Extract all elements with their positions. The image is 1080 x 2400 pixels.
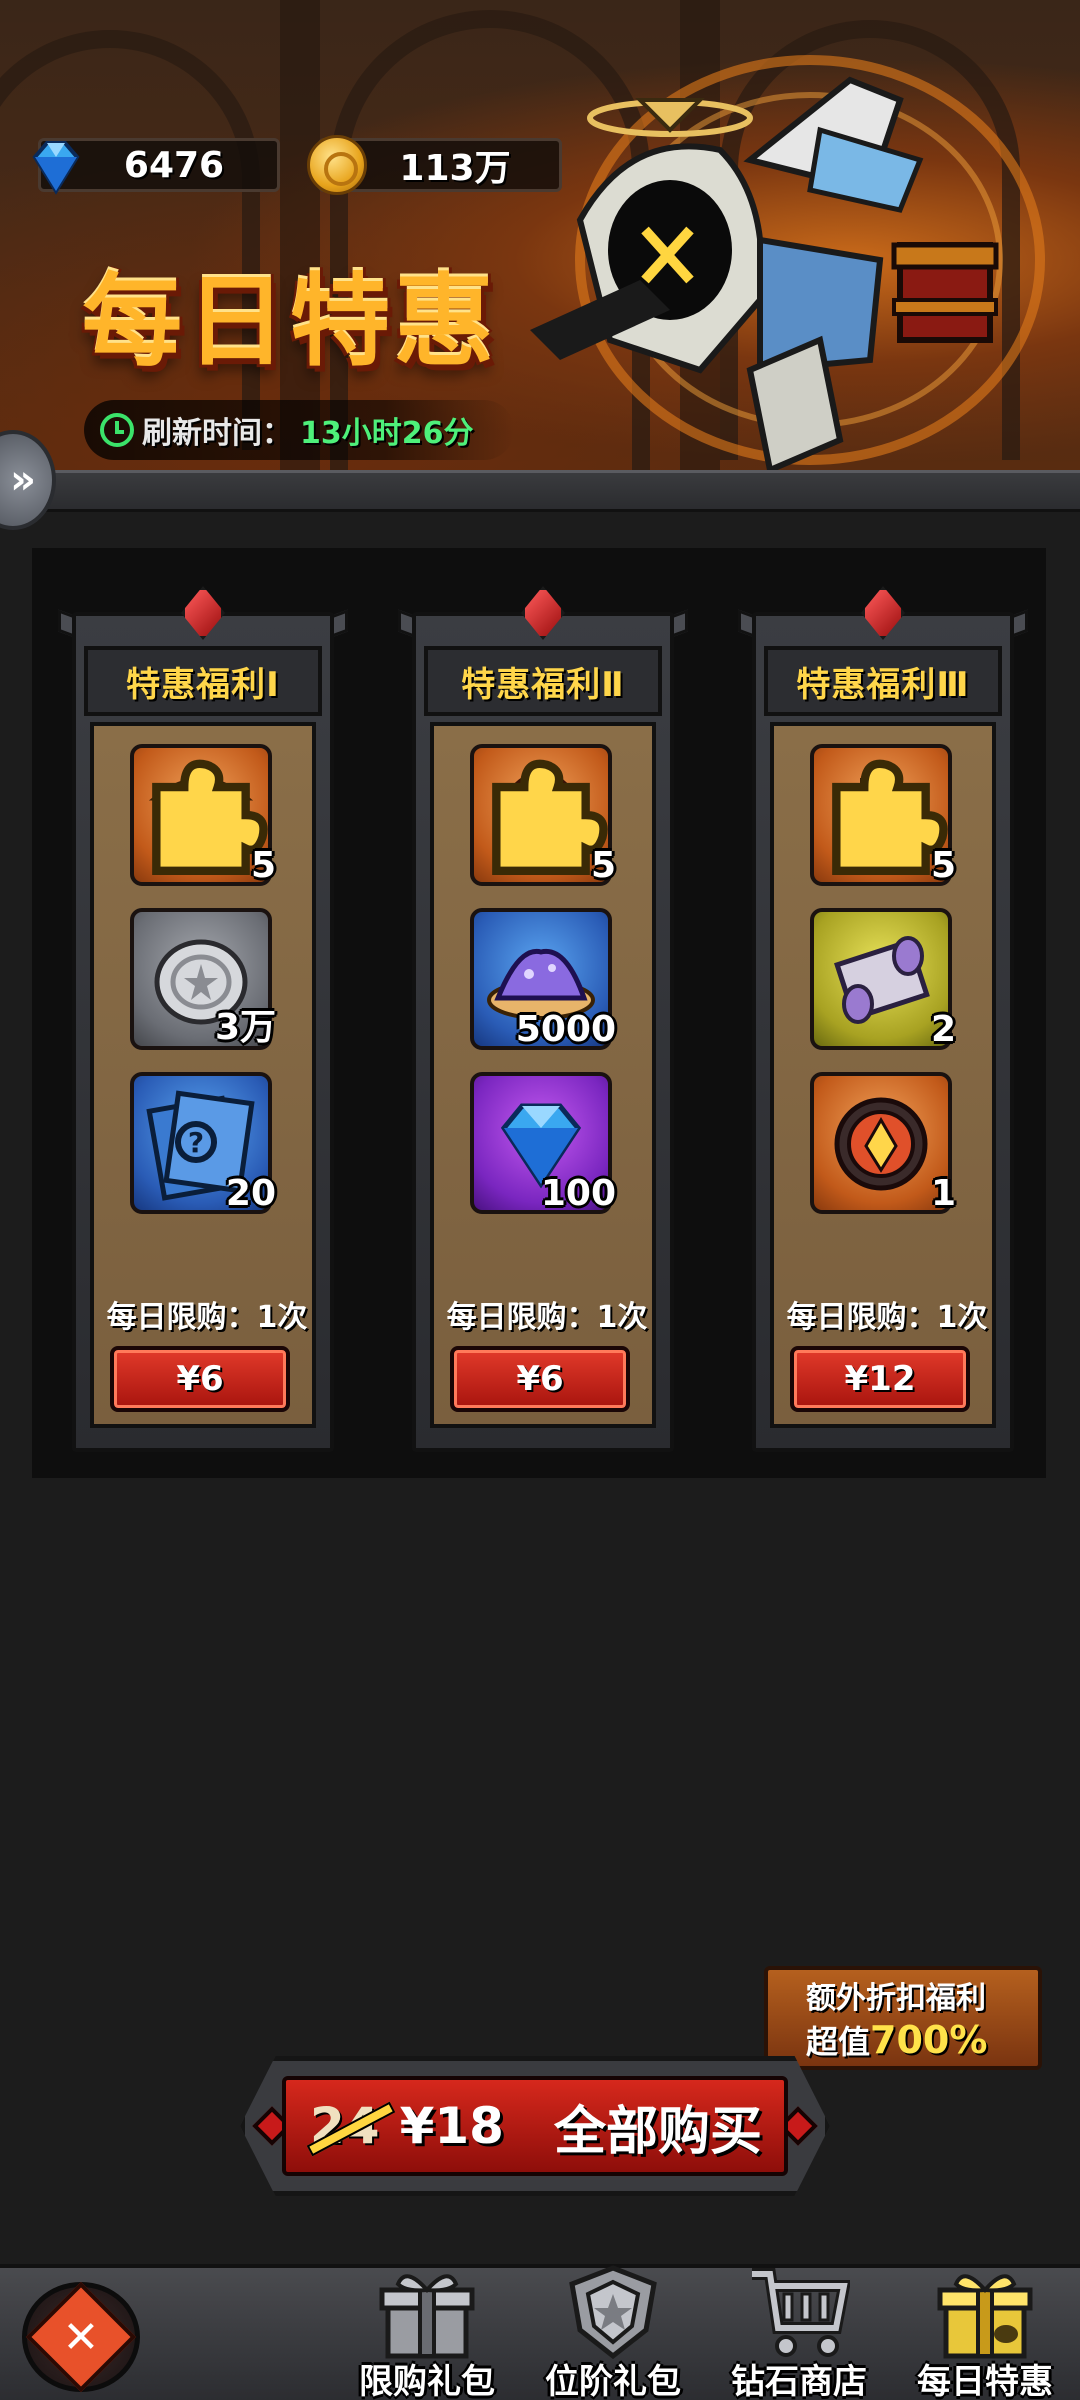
offer-items: 5 3万? 20 每日限购：1次 ¥6	[90, 722, 316, 1428]
offer-items: 5 5000 100 每日限购：1次 ¥6	[430, 722, 656, 1428]
nav-label-limited-gift: 限购礼包	[359, 2362, 495, 2400]
purchase-limit: 每日限购：1次	[106, 1300, 308, 1335]
rank-shield-icon	[569, 2265, 657, 2360]
close-button[interactable]: ✕	[22, 2281, 140, 2393]
nav-rank-gift[interactable]: 位阶礼包	[538, 2262, 688, 2400]
double-chevron-icon: »	[10, 457, 36, 503]
gift-box-icon	[379, 2274, 475, 2359]
offers-panel: 特惠福利Ⅰ 5 3万? 20 每日限购：1次 ¥6 特惠福利Ⅱ 5 5000 100 每日限购：1…	[32, 548, 1046, 1478]
purchase-limit: 每日限购：1次	[446, 1300, 648, 1335]
item-quantity: 5	[590, 845, 616, 886]
item-quantity: 1	[930, 1173, 956, 1214]
offer-item[interactable]: 1	[810, 1072, 956, 1214]
item-quantity: 3万	[214, 1007, 276, 1048]
nav-label-diamond-shop: 钻石商店	[731, 2362, 867, 2400]
stopwatch-icon	[100, 413, 134, 447]
item-quantity: 5	[930, 845, 956, 886]
buy-button[interactable]: ¥6	[110, 1346, 290, 1412]
daily-gift-icon	[937, 2274, 1033, 2359]
offer-item[interactable]: ? 20	[130, 1072, 276, 1214]
item-quantity: 5000	[515, 1009, 616, 1050]
refresh-timer: 刷新时间： 13小时26分	[84, 400, 514, 460]
purchase-limit: 每日限购：1次	[786, 1300, 988, 1335]
scroll-icon	[834, 936, 930, 1024]
header-divider	[0, 470, 1080, 512]
buy-button[interactable]: ¥6	[450, 1346, 630, 1412]
offer-item[interactable]: 100	[470, 1072, 616, 1214]
item-quantity: 2	[930, 1009, 956, 1050]
offer-item[interactable]: 5000	[470, 908, 616, 1050]
item-quantity: 100	[540, 1173, 616, 1214]
nav-daily-deal[interactable]: 每日特惠	[910, 2262, 1060, 2400]
buy-all-button[interactable]: 24 ¥18 全部购买	[282, 2076, 788, 2176]
svg-text:?: ?	[188, 1126, 204, 1159]
offer-item[interactable]: 3万	[130, 908, 276, 1050]
offer-card-2: 特惠福利Ⅱ 5 5000 100 每日限购：1次 ¥6	[398, 582, 688, 1452]
bonus-prefix: 超值	[806, 2023, 871, 2061]
offer-card-1: 特惠福利Ⅰ 5 3万? 20 每日限购：1次 ¥6	[58, 582, 348, 1452]
original-price: 24	[310, 2097, 380, 2155]
puzzle-piece-icon	[832, 759, 948, 876]
bonus-discount-tag: 额外折扣福利 超值700%	[764, 1966, 1042, 2070]
diamond-icon	[32, 141, 80, 195]
offer-title: 特惠福利Ⅱ	[461, 664, 625, 705]
refresh-countdown: 13小时26分	[300, 416, 474, 451]
discount-price: ¥18	[399, 2097, 504, 2155]
nav-diamond-shop[interactable]: 钻石商店	[724, 2262, 874, 2400]
item-quantity: 20	[225, 1173, 276, 1214]
gem-balance[interactable]: 6476	[32, 138, 280, 195]
bonus-line-1: 额外折扣福利	[806, 1981, 986, 2016]
nav-label-rank-gift: 位阶礼包	[545, 2362, 681, 2400]
coin-balance[interactable]: 113万	[307, 135, 562, 195]
puzzle-piece-icon	[492, 759, 608, 876]
buy-all-label: 全部购买	[553, 2101, 762, 2162]
gold-coin-icon	[307, 135, 367, 195]
page-title: 每日特惠	[82, 263, 498, 380]
buy-button[interactable]: ¥12	[790, 1346, 970, 1412]
offer-item[interactable]: 5	[130, 744, 276, 886]
offer-item[interactable]: 5	[810, 744, 956, 886]
close-swords-icon: ✕	[62, 2311, 100, 2363]
puzzle-piece-icon	[152, 759, 268, 876]
hero-illustration	[530, 55, 1045, 475]
item-quantity: 5	[250, 845, 276, 886]
nav-limited-gift[interactable]: 限购礼包	[352, 2262, 502, 2400]
shopping-cart-icon	[752, 2268, 850, 2357]
offer-title: 特惠福利Ⅰ	[126, 664, 280, 705]
offer-card-3: 特惠福利Ⅲ 5 2 1 每日限购：1次 ¥12	[738, 582, 1028, 1452]
bonus-percent: 700%	[870, 2018, 988, 2062]
offer-items: 5 2 1 每日限购：1次 ¥12	[770, 722, 996, 1428]
refresh-label: 刷新时间：	[142, 416, 292, 451]
offer-title: 特惠福利Ⅲ	[796, 664, 970, 705]
bonus-line-2: 超值700%	[806, 2017, 1038, 2063]
offer-item[interactable]: 5	[470, 744, 616, 886]
hero-emblem-icon	[834, 1097, 928, 1191]
offer-item[interactable]: 2	[810, 908, 956, 1050]
nav-label-daily-deal: 每日特惠	[917, 2362, 1053, 2400]
